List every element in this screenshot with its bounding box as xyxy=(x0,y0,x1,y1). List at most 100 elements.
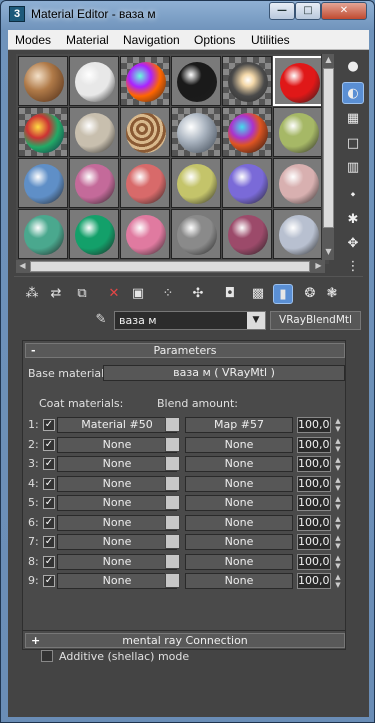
material-slot[interactable] xyxy=(69,209,119,259)
show-end-result-icon[interactable]: ▮ xyxy=(273,284,293,304)
blend-color-swatch[interactable] xyxy=(165,436,180,452)
spinner-arrows-icon[interactable]: ▲ ▼ xyxy=(333,476,343,492)
material-slot[interactable] xyxy=(222,56,272,106)
material-slot[interactable] xyxy=(222,209,272,259)
coat-material-button[interactable]: None xyxy=(57,475,177,492)
scroll-down-icon[interactable]: ▼ xyxy=(322,246,335,258)
mental-ray-rollout-header[interactable]: + mental ray Connection xyxy=(25,633,345,648)
blend-color-swatch[interactable] xyxy=(165,553,180,569)
coat-material-button[interactable]: None xyxy=(57,534,177,550)
blend-map-button[interactable]: None xyxy=(185,456,293,472)
blend-amount-spinner[interactable]: 100,0 xyxy=(297,495,331,511)
get-material-icon[interactable]: ⁂ xyxy=(22,284,42,304)
uv-tiling-icon[interactable]: □ xyxy=(342,133,364,155)
blend-color-swatch[interactable] xyxy=(165,534,180,549)
material-slot[interactable] xyxy=(18,158,68,208)
material-slot[interactable] xyxy=(120,56,170,106)
coat-enabled-checkbox[interactable]: ✓ xyxy=(43,458,55,470)
blend-map-button[interactable]: None xyxy=(185,534,293,550)
material-slot[interactable] xyxy=(18,56,68,106)
blend-amount-spinner[interactable]: 100,0 xyxy=(297,573,331,589)
menu-navigation[interactable]: Navigation xyxy=(123,33,180,47)
scroll-left-icon[interactable]: ◀ xyxy=(16,260,29,272)
material-slot[interactable] xyxy=(171,107,221,157)
spinner-arrows-icon[interactable]: ▲ ▼ xyxy=(333,554,343,570)
title-bar[interactable]: 3 Material Editor - ваза м — □ ✕ xyxy=(1,1,374,29)
blend-color-swatch[interactable] xyxy=(165,573,180,588)
material-slot[interactable] xyxy=(222,107,272,157)
spinner-arrows-icon[interactable]: ▲ ▼ xyxy=(333,534,343,550)
coat-enabled-checkbox[interactable]: ✓ xyxy=(43,555,55,568)
blend-amount-spinner[interactable]: 100,0 xyxy=(297,514,331,531)
material-slot[interactable] xyxy=(273,56,323,106)
coat-material-button[interactable]: None xyxy=(57,436,177,453)
coat-material-button[interactable]: None xyxy=(57,553,177,570)
spinner-arrows-icon[interactable]: ▲ ▼ xyxy=(333,437,343,453)
material-map-navigator-icon[interactable]: ⋮ xyxy=(342,256,364,278)
backlight-icon[interactable]: ◐ xyxy=(342,82,364,104)
coat-material-button[interactable]: None xyxy=(57,514,177,531)
coat-enabled-checkbox[interactable]: ✓ xyxy=(43,419,55,431)
material-slot[interactable] xyxy=(171,56,221,106)
blend-map-button[interactable]: None xyxy=(185,436,293,453)
background-icon[interactable]: ▦ xyxy=(342,108,364,130)
coat-material-button[interactable]: None xyxy=(57,456,177,472)
material-slot[interactable] xyxy=(273,158,323,208)
close-button[interactable]: ✕ xyxy=(321,2,367,20)
coat-enabled-checkbox[interactable]: ✓ xyxy=(43,438,55,451)
coat-enabled-checkbox[interactable]: ✓ xyxy=(43,477,55,490)
parameters-rollout-header[interactable]: - Parameters xyxy=(25,343,345,358)
select-by-material-icon[interactable]: ✥ xyxy=(342,233,364,255)
menu-options[interactable]: Options xyxy=(194,33,235,47)
material-type-button[interactable]: VRayBlendMtl xyxy=(270,311,361,330)
blend-color-swatch[interactable] xyxy=(165,475,180,491)
spinner-arrows-icon[interactable]: ▲ ▼ xyxy=(333,456,343,472)
base-material-button[interactable]: ваза м ( VRayMtl ) xyxy=(103,365,345,381)
minimize-button[interactable]: — xyxy=(269,2,295,20)
material-slot[interactable] xyxy=(273,107,323,157)
material-slot[interactable] xyxy=(69,158,119,208)
blend-map-button[interactable]: None xyxy=(185,573,293,589)
blend-amount-spinner[interactable]: 100,0 xyxy=(297,475,331,492)
material-slot[interactable] xyxy=(171,158,221,208)
blend-amount-spinner[interactable]: 100,0 xyxy=(297,456,331,472)
material-slot[interactable] xyxy=(171,209,221,259)
options-icon[interactable]: ✱ xyxy=(342,209,364,231)
coat-enabled-checkbox[interactable]: ✓ xyxy=(43,536,55,548)
material-slot[interactable] xyxy=(18,107,68,157)
material-slot[interactable] xyxy=(18,209,68,259)
material-slot[interactable] xyxy=(120,107,170,157)
material-slot[interactable] xyxy=(273,209,323,259)
maximize-button[interactable]: □ xyxy=(295,2,321,20)
pick-material-eyedropper-icon[interactable]: ✎ xyxy=(92,312,110,330)
material-id-channel-icon[interactable]: ◘ xyxy=(220,284,240,304)
blend-color-swatch[interactable] xyxy=(165,417,180,432)
blend-map-button[interactable]: None xyxy=(185,514,293,531)
blend-map-button[interactable]: None xyxy=(185,475,293,492)
slots-horizontal-scrollbar[interactable]: ◀ ▶ xyxy=(16,260,325,273)
put-to-library-icon[interactable]: ✣ xyxy=(188,284,208,304)
put-to-scene-icon[interactable]: ⇄ xyxy=(46,284,66,304)
coat-enabled-checkbox[interactable]: ✓ xyxy=(43,575,55,587)
hscroll-thumb[interactable] xyxy=(30,261,310,272)
scroll-up-icon[interactable]: ▲ xyxy=(322,54,335,66)
coat-material-button[interactable]: None xyxy=(57,573,177,589)
sample-type-icon[interactable]: ● xyxy=(342,56,364,78)
spinner-arrows-icon[interactable]: ▲ ▼ xyxy=(333,515,343,531)
menu-utilities[interactable]: Utilities xyxy=(251,33,290,47)
video-color-icon[interactable]: ▥ xyxy=(342,157,364,179)
blend-map-button[interactable]: None xyxy=(185,495,293,511)
scroll-thumb[interactable] xyxy=(323,68,334,228)
go-to-parent-icon[interactable]: ❂ xyxy=(300,284,320,304)
make-copy-icon[interactable]: ▣ xyxy=(128,284,148,304)
spinner-arrows-icon[interactable]: ▲ ▼ xyxy=(333,495,343,511)
menu-material[interactable]: Material xyxy=(66,33,109,47)
reset-map-icon[interactable]: ✕ xyxy=(104,284,124,304)
blend-amount-spinner[interactable]: 100,0 xyxy=(297,436,331,453)
spinner-arrows-icon[interactable]: ▲ ▼ xyxy=(333,573,343,589)
assign-to-selection-icon[interactable]: ⧉ xyxy=(72,284,92,304)
make-unique-icon[interactable]: ⁘ xyxy=(158,284,178,304)
coat-enabled-checkbox[interactable]: ✓ xyxy=(43,497,55,509)
material-slot[interactable] xyxy=(69,56,119,106)
material-slot[interactable] xyxy=(69,107,119,157)
